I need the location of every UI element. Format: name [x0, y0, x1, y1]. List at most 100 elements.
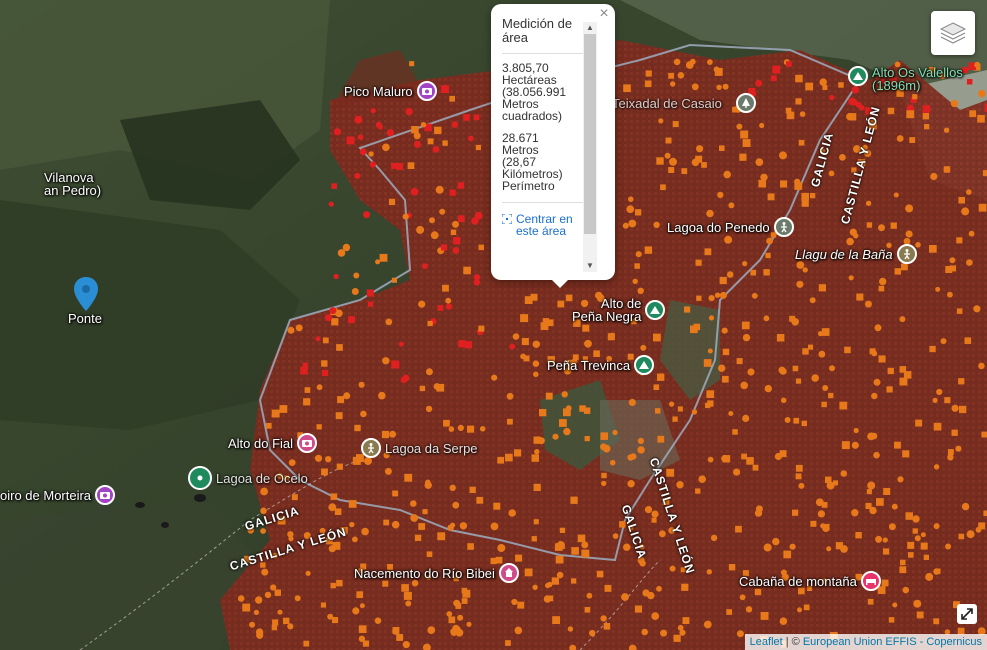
- fire-hotspot-marker: [634, 263, 640, 269]
- scrollbar-thumb[interactable]: [584, 34, 596, 234]
- scroll-up-icon[interactable]: ▲: [586, 24, 594, 32]
- fire-hotspot-marker: [552, 433, 559, 440]
- fire-hotspot-marker: [305, 570, 311, 576]
- fire-hotspot-marker: [905, 512, 913, 520]
- fire-hotspot-marker: [507, 418, 513, 425]
- fire-hotspot-marker: [982, 170, 987, 177]
- poi-vilanova[interactable]: Vilanova an Pedro): [44, 171, 101, 197]
- fire-hotspot-marker: [871, 392, 878, 400]
- fire-hotspot-marker: [909, 137, 916, 143]
- fire-hotspot-marker: [349, 521, 355, 528]
- fire-hotspot-marker: [722, 348, 730, 356]
- fire-hotspot-marker: [961, 207, 970, 216]
- fire-hotspot-marker: [425, 368, 433, 376]
- scroll-down-icon[interactable]: ▼: [586, 262, 594, 270]
- fire-hotspot-marker: [915, 419, 923, 427]
- fire-hotspot-marker: [888, 617, 895, 623]
- fire-hotspot-marker: [271, 409, 280, 418]
- map-view[interactable]: Pico Maluro Vilanova an Pedro) Ponte Tei…: [0, 0, 987, 650]
- fire-hotspot-marker: [916, 611, 924, 619]
- fire-hotspot-marker: [912, 528, 918, 534]
- fire-hotspot-marker: [555, 555, 564, 564]
- fire-hotspot-marker: [370, 108, 376, 114]
- fire-hotspot-marker: [684, 306, 691, 313]
- fire-hotspot-marker: [890, 222, 897, 229]
- fire-hotspot-marker: [426, 551, 433, 557]
- fire-hotspot-marker: [848, 113, 857, 121]
- fire-hotspot-marker: [855, 101, 862, 108]
- camera-icon: [95, 485, 116, 505]
- fire-hotspot-marker: [897, 476, 904, 483]
- fire-hotspot-marker: [354, 424, 361, 432]
- fire-hotspot-marker: [810, 520, 817, 527]
- fire-hotspot-marker: [637, 287, 644, 294]
- fire-hotspot-marker: [722, 83, 729, 90]
- fire-hotspot-marker: [696, 295, 702, 301]
- effis-link[interactable]: European Union EFFIS - Copernicus: [803, 636, 982, 648]
- fire-hotspot-marker: [878, 285, 885, 292]
- fire-hotspot-marker: [512, 333, 520, 340]
- fire-hotspot-marker: [732, 429, 738, 435]
- center-area-link[interactable]: Centrar en este área: [502, 202, 584, 237]
- fire-hotspot-marker: [497, 456, 504, 464]
- popup-content[interactable]: Medición de área 3.805,70 Hectáreas (38.…: [502, 17, 584, 267]
- fire-hotspot-marker: [825, 476, 832, 484]
- fire-hotspot-marker: [658, 118, 664, 124]
- poi-cabana-montana[interactable]: Cabaña de montaña: [739, 571, 881, 591]
- poi-nacemento-bibei[interactable]: Nacemento do Río Bibei: [354, 563, 519, 583]
- fire-hotspot-marker: [708, 295, 715, 302]
- fire-hotspot-marker: [419, 385, 426, 392]
- fire-hotspot-marker: [819, 78, 827, 86]
- fire-hotspot-marker: [628, 196, 634, 202]
- fire-hotspot-marker: [443, 419, 450, 427]
- expand-button[interactable]: [957, 604, 977, 624]
- fire-hotspot-marker: [947, 454, 954, 461]
- fire-hotspot-marker: [368, 151, 374, 157]
- fire-hotspot-marker: [461, 598, 468, 604]
- poi-teixadal[interactable]: Teixadal de Casaio: [612, 93, 756, 113]
- poi-lagoa-serpe[interactable]: Lagoa da Serpe: [361, 438, 478, 458]
- fire-hotspot-marker: [645, 70, 652, 77]
- fire-hotspot-marker: [958, 196, 965, 204]
- poi-alto-fial[interactable]: Alto do Fial: [228, 433, 318, 453]
- poi-miradoiro-morteira[interactable]: oiro de Morteira: [0, 485, 116, 505]
- poi-pico-maluro[interactable]: Pico Maluro: [344, 81, 437, 101]
- fire-hotspot-marker: [883, 548, 890, 555]
- fire-hotspot-marker: [704, 248, 712, 256]
- poi-lagoa-penedo[interactable]: Lagoa do Penedo: [667, 217, 794, 237]
- fire-hotspot-marker: [473, 114, 480, 121]
- poi-llagu-bana[interactable]: Llagu de la Baña: [795, 244, 917, 264]
- fire-hotspot-marker: [903, 371, 912, 379]
- fire-hotspot-marker: [449, 484, 456, 491]
- fire-hotspot-marker: [242, 603, 251, 612]
- layers-button[interactable]: [931, 11, 975, 55]
- fire-hotspot-marker: [656, 157, 664, 165]
- fire-hotspot-marker: [766, 237, 773, 245]
- fire-hotspot-marker: [905, 230, 913, 238]
- fire-hotspot-marker: [864, 300, 872, 308]
- fire-hotspot-marker: [839, 401, 848, 410]
- fire-hotspot-marker: [811, 374, 819, 382]
- fire-hotspot-marker: [237, 595, 245, 602]
- fire-hotspot-marker: [392, 490, 399, 497]
- fire-hotspot-marker: [287, 623, 294, 630]
- fire-hotspot-marker: [772, 537, 780, 546]
- close-icon[interactable]: ×: [597, 6, 611, 22]
- fire-hotspot-marker: [874, 324, 882, 332]
- fire-hotspot-marker: [822, 385, 829, 391]
- poi-ponte[interactable]: Ponte: [68, 312, 102, 325]
- fire-hotspot-marker: [935, 286, 941, 292]
- hiking-icon: [773, 217, 794, 237]
- poi-lagoa-ocelo[interactable]: Lagoa de Ocelo: [188, 466, 308, 490]
- fire-hotspot-marker: [374, 617, 382, 624]
- poi-alto-pena-negra[interactable]: Alto de Peña Negra: [572, 297, 666, 323]
- fire-hotspot-marker: [902, 586, 910, 594]
- fire-hotspot-marker: [779, 367, 787, 375]
- leaflet-link[interactable]: Leaflet: [750, 636, 783, 648]
- poi-alto-os-valellos[interactable]: Alto Os Valellos (1896m): [848, 66, 963, 92]
- fire-hotspot-marker: [739, 594, 746, 601]
- fire-hotspot-marker: [795, 378, 802, 384]
- poi-pena-trevinca[interactable]: Peña Trevinca: [547, 355, 655, 375]
- camera-icon: [416, 81, 437, 101]
- popup-scrollbar[interactable]: ▲ ▼: [583, 22, 597, 272]
